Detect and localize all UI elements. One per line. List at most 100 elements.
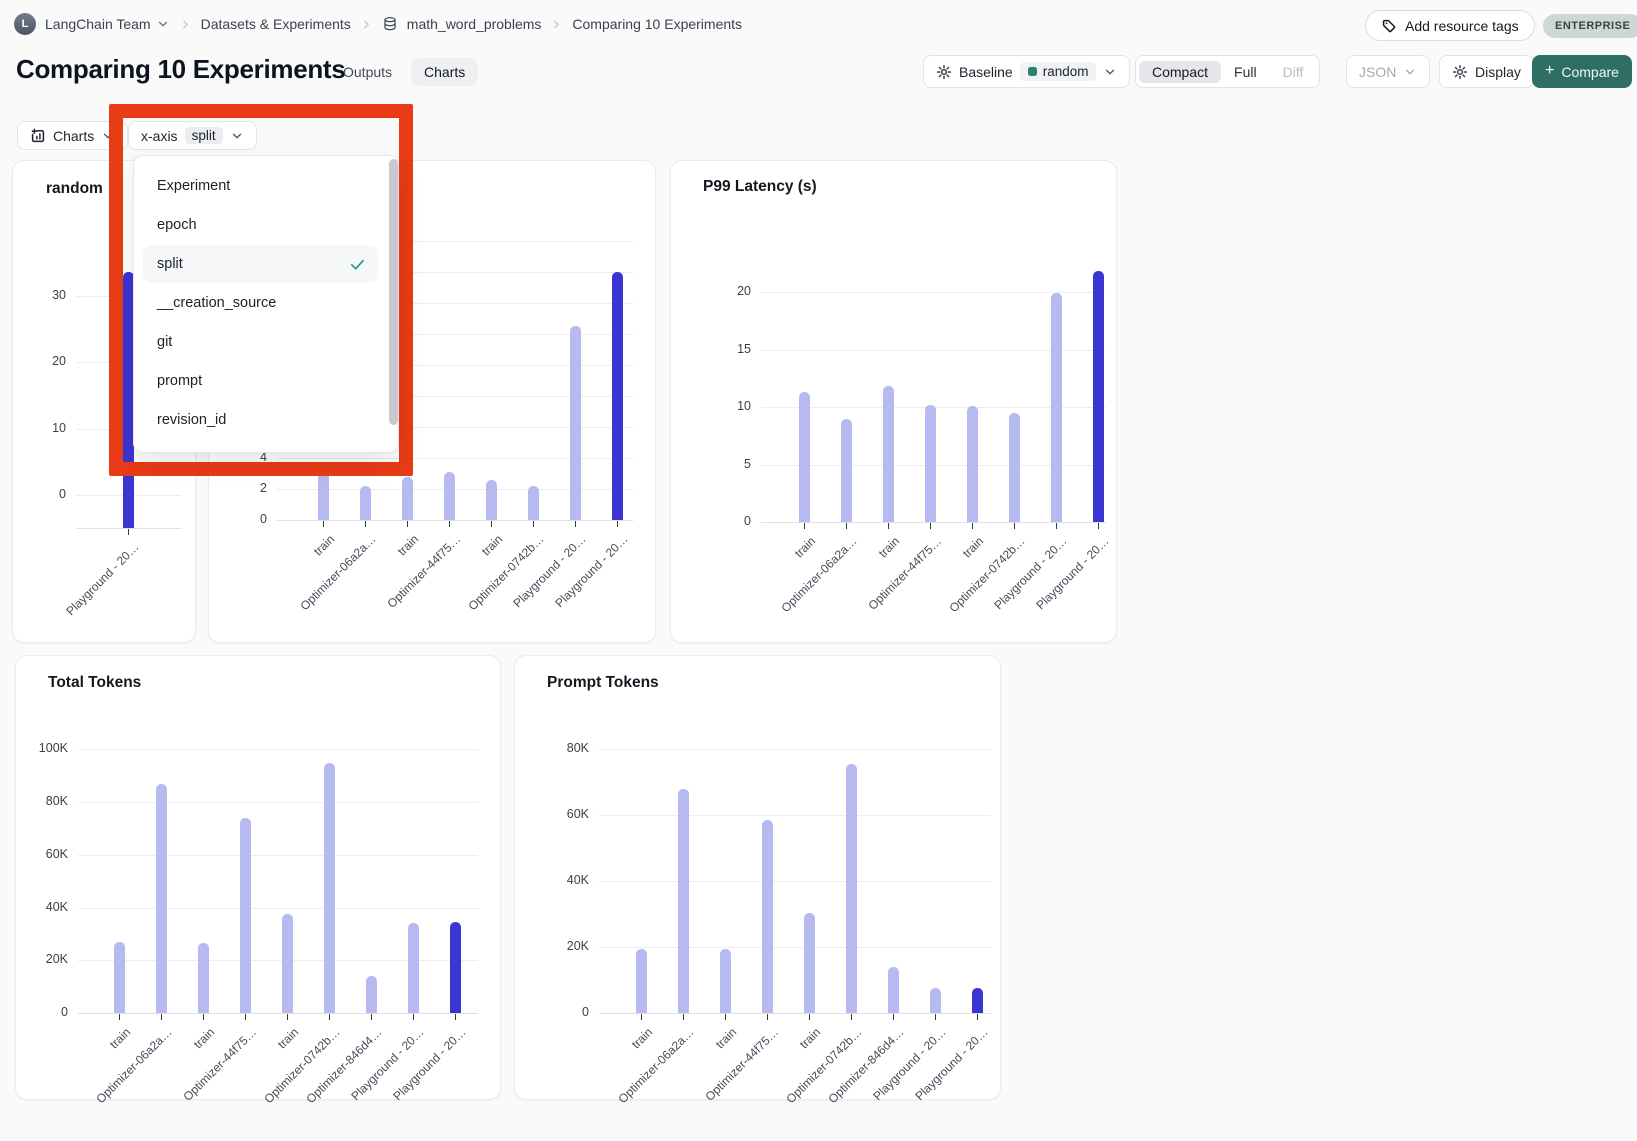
xaxis-selector-button[interactable]: x-axis split [128, 121, 257, 150]
menu-scrollbar-thumb[interactable] [389, 159, 398, 425]
x-tick [767, 1014, 769, 1020]
display-label: Display [1475, 64, 1521, 80]
charts-dropdown-label: Charts [53, 128, 94, 144]
team-avatar[interactable]: L [14, 13, 36, 35]
x-tick [893, 1014, 895, 1020]
compare-button[interactable]: + Compare [1532, 55, 1632, 88]
y-tick-label: 20 [707, 284, 751, 298]
check-icon [349, 256, 378, 273]
chart-title: Total Tokens [48, 674, 141, 692]
x-tick [977, 1014, 979, 1020]
x-tick-label: Playground - 20… [1034, 534, 1112, 612]
baseline-value-badge: random [1020, 62, 1097, 81]
tag-icon [1381, 18, 1397, 34]
x-tick [725, 1014, 727, 1020]
xaxis-menu-item--creation-source[interactable]: __creation_source [143, 284, 378, 322]
baseline-selector[interactable]: Baseline random [923, 55, 1130, 88]
xaxis-menu-item-split[interactable]: split [143, 245, 378, 283]
chart-card-total-tokens: Total Tokens020K40K60K80K100KtrainOptimi… [15, 655, 501, 1100]
x-tick [491, 521, 493, 527]
bar-optimizer-44f75- [925, 405, 936, 522]
charts-dropdown-button[interactable]: Charts [17, 121, 128, 150]
xaxis-menu-list: Experiment epochsplit__creation_sourcegit… [134, 167, 398, 439]
bar-train [720, 949, 731, 1013]
view-tabs: OutputsCharts [330, 58, 478, 86]
add-chart-icon [30, 128, 46, 144]
menu-item-label: git [157, 334, 172, 350]
chevron-down-icon [156, 17, 170, 31]
add-resource-tags-button[interactable]: Add resource tags [1365, 10, 1535, 41]
y-tick-label: 20 [22, 354, 66, 368]
x-tick-label: Optimizer-0742b… [466, 532, 547, 613]
menu-item-label: revision_id [157, 412, 226, 428]
bar-train [486, 480, 497, 520]
x-tick-label: Optimizer-44f75… [180, 1025, 259, 1104]
bar-optimizer-0742b- [1009, 413, 1020, 522]
bar-optimizer-44f75- [444, 472, 455, 520]
gridline [78, 908, 478, 909]
tab-outputs[interactable]: Outputs [330, 58, 405, 86]
view-mode-full[interactable]: Full [1221, 61, 1270, 83]
breadcrumb-team[interactable]: LangChain Team [45, 16, 170, 32]
gridline [599, 815, 991, 816]
chart-title: random [46, 180, 103, 198]
tab-charts[interactable]: Charts [411, 58, 478, 86]
bar-optimizer-44f75- [762, 820, 773, 1013]
json-selector[interactable]: JSON [1346, 55, 1430, 88]
x-tick-label: train [791, 534, 817, 560]
xaxis-label: x-axis [141, 128, 178, 144]
add-resource-tags-label: Add resource tags [1405, 18, 1519, 34]
x-tick-label: Optimizer-0742b… [947, 534, 1028, 615]
y-tick-label: 40K [545, 873, 589, 887]
x-tick-label: train [959, 534, 985, 560]
x-tick-label: Playground - 20… [64, 540, 142, 618]
y-tick-label: 15 [707, 342, 751, 356]
x-tick [533, 521, 535, 527]
chevron-right-icon [179, 18, 192, 31]
y-tick-label: 0 [223, 512, 267, 526]
x-tick-label: Optimizer-0742b… [784, 1025, 865, 1106]
xaxis-menu-item-epoch[interactable]: epoch [143, 206, 378, 244]
xaxis-menu-item-prompt[interactable]: prompt [143, 362, 378, 400]
bar-train [282, 914, 293, 1013]
xaxis-menu-item-experiment[interactable]: Experiment [143, 167, 378, 205]
x-tick [203, 1014, 205, 1020]
y-tick-label: 0 [22, 487, 66, 501]
gear-icon [936, 64, 952, 80]
x-tick [617, 521, 619, 527]
xaxis-menu-item-git[interactable]: git [143, 323, 378, 361]
y-tick-label: 2 [223, 481, 267, 495]
x-tick [407, 521, 409, 527]
view-mode-compact[interactable]: Compact [1139, 61, 1221, 83]
breadcrumb-current: Comparing 10 Experiments [572, 16, 742, 32]
gridline [599, 881, 991, 882]
x-tick-label: train [310, 532, 336, 558]
breadcrumb-dataset-name[interactable]: math_word_problems [407, 16, 542, 32]
xaxis-menu-item-revision-id[interactable]: revision_id [143, 401, 378, 439]
x-tick [1098, 523, 1100, 529]
enterprise-badge: ENTERPRISE [1543, 14, 1637, 38]
team-name: LangChain Team [45, 16, 151, 32]
x-tick-label: Playground - 20… [992, 534, 1070, 612]
x-tick-label: Optimizer-44f75… [702, 1025, 781, 1104]
view-mode-segmented: CompactFullDiff [1135, 55, 1320, 88]
x-tick [1014, 523, 1016, 529]
x-tick [809, 1014, 811, 1020]
x-tick-label: train [106, 1025, 132, 1051]
y-tick-label: 5 [707, 457, 751, 471]
chart-card-prompt-tokens: Prompt Tokens020K40K60K80KtrainOptimizer… [514, 655, 1001, 1100]
menu-item-label: Experiment [157, 178, 230, 194]
view-mode-diff: Diff [1270, 61, 1317, 83]
x-tick [449, 521, 451, 527]
x-tick-label: Playground - 20… [871, 1025, 949, 1103]
bar-train [402, 477, 413, 520]
x-tick-label: Optimizer-06a2a… [298, 532, 379, 613]
y-tick-label: 20K [545, 939, 589, 953]
bar-playground-20- [1093, 271, 1104, 522]
breadcrumb-datasets[interactable]: Datasets & Experiments [201, 16, 351, 32]
bar-playground-20- [450, 922, 461, 1013]
display-button[interactable]: Display [1439, 55, 1534, 88]
bar-train [799, 392, 810, 522]
chart-card-p99-latency-s-: P99 Latency (s)05101520trainOptimizer-06… [670, 160, 1117, 643]
x-tick [365, 521, 367, 527]
